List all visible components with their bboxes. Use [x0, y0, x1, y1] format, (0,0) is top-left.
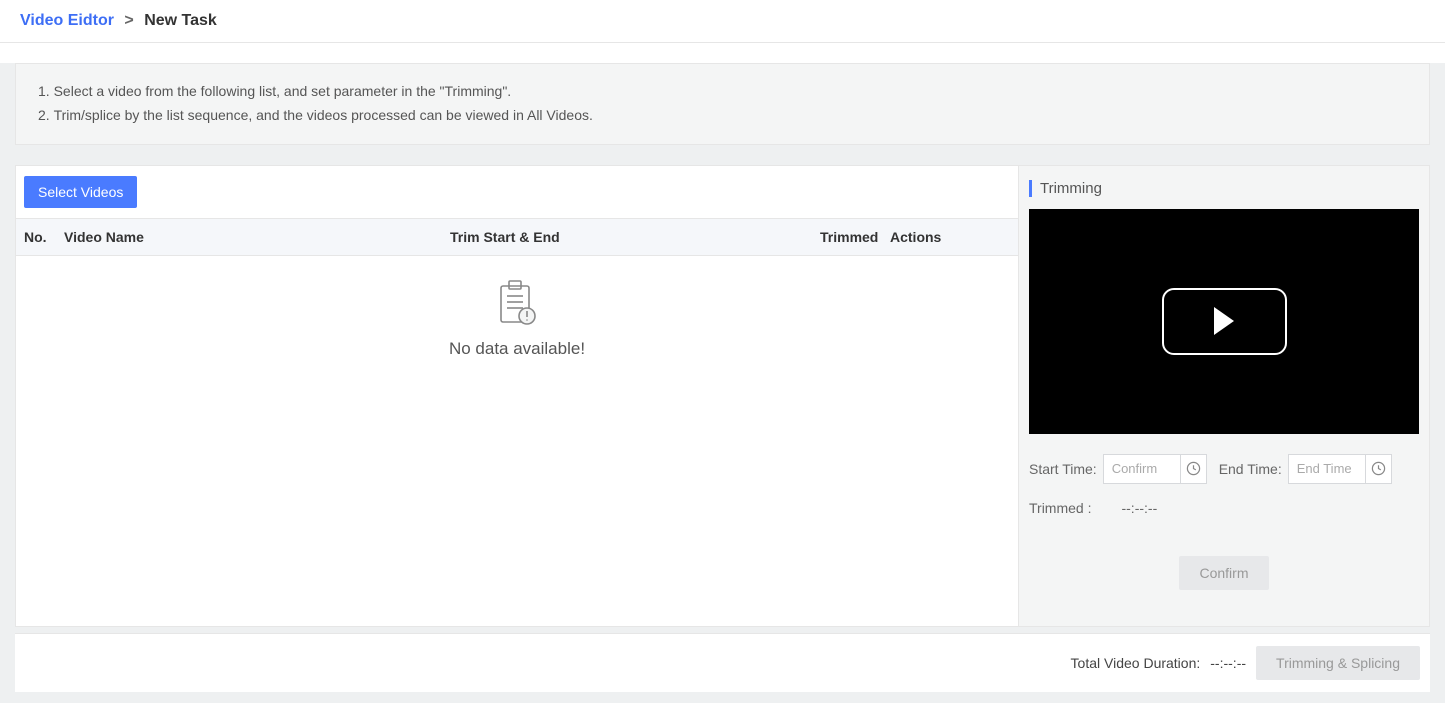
video-preview — [1029, 209, 1419, 434]
end-time-label: End Time: — [1219, 461, 1282, 477]
trimming-splicing-button[interactable]: Trimming & Splicing — [1256, 646, 1420, 680]
breadcrumb-separator: > — [124, 12, 133, 29]
end-time-clock-icon[interactable] — [1365, 455, 1391, 483]
table-empty-state: No data available! — [16, 256, 1018, 626]
start-time-input[interactable] — [1104, 455, 1180, 483]
col-header-trim: Trim Start & End — [450, 229, 820, 245]
col-header-no: No. — [24, 229, 64, 245]
empty-clipboard-icon — [497, 280, 537, 329]
info-item: Trim/splice by the list sequence, and th… — [38, 104, 1411, 128]
info-box: Select a video from the following list, … — [15, 63, 1430, 145]
total-duration-value: --:--:-- — [1210, 655, 1246, 671]
table-header: No. Video Name Trim Start & End Trimmed … — [16, 219, 1018, 256]
play-icon — [1212, 307, 1236, 335]
clock-icon — [1371, 461, 1386, 476]
select-videos-button[interactable]: Select Videos — [24, 176, 137, 208]
clock-icon — [1186, 461, 1201, 476]
video-list-panel: Select Videos No. Video Name Trim Start … — [16, 166, 1019, 626]
trimmed-value: --:--:-- — [1121, 500, 1157, 516]
confirm-button[interactable]: Confirm — [1179, 556, 1268, 590]
play-button[interactable] — [1162, 288, 1287, 355]
col-header-name: Video Name — [64, 229, 450, 245]
breadcrumb: Video Eidtor > New Task — [0, 0, 1445, 43]
trimming-title: Trimming — [1029, 180, 1419, 197]
col-header-trimmed: Trimmed — [820, 229, 890, 245]
start-time-clock-icon[interactable] — [1180, 455, 1206, 483]
breadcrumb-link-video-editor[interactable]: Video Eidtor — [20, 12, 114, 29]
trimming-panel: Trimming Start Time: — [1019, 166, 1429, 626]
trimmed-label: Trimmed : — [1029, 500, 1091, 516]
col-header-actions: Actions — [890, 229, 1010, 245]
start-time-label: Start Time: — [1029, 461, 1097, 477]
end-time-input[interactable] — [1289, 455, 1365, 483]
empty-text: No data available! — [449, 339, 585, 359]
footer-bar: Total Video Duration: --:--:-- Trimming … — [15, 633, 1430, 692]
breadcrumb-current: New Task — [144, 12, 217, 29]
info-item: Select a video from the following list, … — [38, 80, 1411, 104]
total-duration-label: Total Video Duration: — [1071, 655, 1201, 671]
